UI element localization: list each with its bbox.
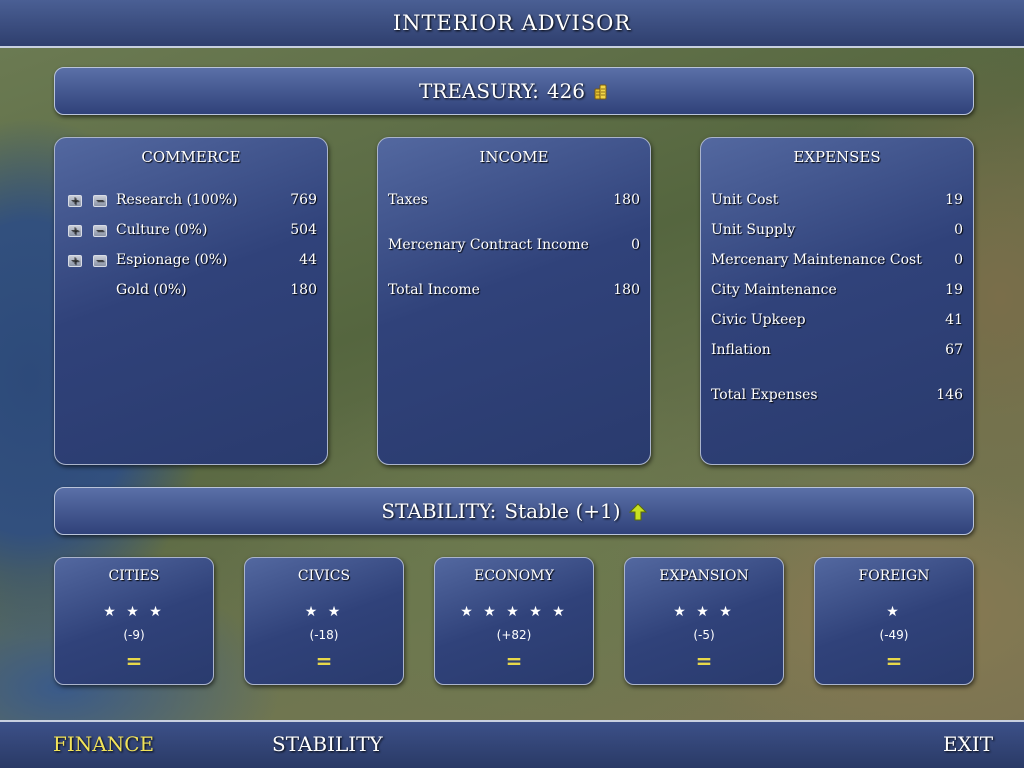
commerce-row-value: 180 [290,282,317,298]
expenses-row-value: 146 [936,387,963,403]
income-row-label: Total Income [388,282,480,298]
expenses-title: EXPENSES [793,148,881,166]
star-rating: ★ [886,604,902,620]
income-row-value: 0 [631,237,640,253]
star-rating: ★ ★ ★ [103,604,165,620]
decrease-culture-button[interactable]: − [93,225,107,237]
expenses-row-label: Civic Upkeep [711,312,806,328]
screen-title: INTERIOR ADVISOR [392,11,632,35]
commerce-row-label: Research (100%) [116,192,238,208]
exit-button[interactable]: EXIT [943,732,993,756]
category-delta: (-49) [879,628,909,642]
star-rating: ★ ★ ★ [673,604,735,620]
commerce-row-label: Gold (0%) [116,282,187,298]
treasury-value: 426 [546,79,586,103]
expenses-row-value: 19 [945,192,963,208]
commerce-row-espionage: + − Espionage (0%) 44 [65,252,317,272]
expenses-row-label: Mercenary Maintenance Cost [711,252,922,268]
income-row-value: 180 [613,282,640,298]
increase-research-button[interactable]: + [68,195,82,207]
expenses-row-value: 19 [945,282,963,298]
stability-banner: STABILITY: Stable (+1) [54,487,974,535]
category-title: CITIES [108,568,160,584]
expenses-panel: EXPENSES Unit Cost 19 Unit Supply 0 Merc… [700,137,974,465]
expenses-row-label: Total Expenses [711,387,818,403]
increase-culture-button[interactable]: + [68,225,82,237]
expenses-row-value: 41 [945,312,963,328]
expenses-row-label: Inflation [711,342,771,358]
income-panel: INCOME Taxes 180 Mercenary Contract Inco… [377,137,651,465]
category-card-cities[interactable]: CITIES ★ ★ ★ (-9) = [54,557,214,685]
trend-equal-icon: = [125,649,143,673]
treasury-banner: TREASURY: 426 [54,67,974,115]
title-bar: INTERIOR ADVISOR [0,0,1024,48]
finance-tab[interactable]: FINANCE [53,732,154,756]
star-rating: ★ ★ [304,604,344,620]
category-card-expansion[interactable]: EXPANSION ★ ★ ★ (-5) = [624,557,784,685]
arrow-up-icon [628,502,647,521]
expenses-row-value: 67 [945,342,963,358]
commerce-title: COMMERCE [141,148,241,166]
commerce-row-value: 769 [290,192,317,208]
expenses-row-value: 0 [954,252,963,268]
star-rating: ★ ★ ★ ★ ★ [460,604,568,620]
decrease-research-button[interactable]: − [93,195,107,207]
income-row-mercenary: Mercenary Contract Income 0 [388,237,640,257]
commerce-row-value: 44 [299,252,317,268]
expenses-row: City Maintenance 19 [711,282,963,302]
treasury-label: TREASURY: [418,79,539,103]
category-title: EXPANSION [659,568,749,584]
expenses-row-label: Unit Supply [711,222,796,238]
category-delta: (-18) [309,628,339,642]
bottom-nav-bar: FINANCE STABILITY EXIT [0,720,1024,768]
commerce-panel: COMMERCE + − Research (100%) 769 + − Cul… [54,137,328,465]
category-delta: (-5) [693,628,715,642]
commerce-row-value: 504 [290,222,317,238]
category-card-civics[interactable]: CIVICS ★ ★ (-18) = [244,557,404,685]
income-row-label: Mercenary Contract Income [388,237,589,253]
income-row-label: Taxes [388,192,428,208]
expenses-row-total: Total Expenses 146 [711,387,963,407]
expenses-row: Inflation 67 [711,342,963,362]
commerce-row-gold: Gold (0%) 180 [65,282,317,302]
category-title: FOREIGN [858,568,930,584]
trend-equal-icon: = [885,649,903,673]
income-row-value: 180 [613,192,640,208]
expenses-row: Unit Supply 0 [711,222,963,242]
trend-equal-icon: = [315,649,333,673]
decrease-espionage-button[interactable]: − [93,255,107,267]
trend-equal-icon: = [695,649,713,673]
expenses-row: Unit Cost 19 [711,192,963,212]
category-delta: (-9) [123,628,145,642]
trend-equal-icon: = [505,649,523,673]
commerce-row-research: + − Research (100%) 769 [65,192,317,212]
gold-coins-icon [593,81,609,101]
stability-tab[interactable]: STABILITY [272,732,383,756]
income-row-total: Total Income 180 [388,282,640,302]
stability-value: Stable (+1) [504,499,621,523]
stability-label: STABILITY: [381,499,497,523]
expenses-row: Civic Upkeep 41 [711,312,963,332]
income-title: INCOME [479,148,549,166]
commerce-row-culture: + − Culture (0%) 504 [65,222,317,242]
expenses-row-value: 0 [954,222,963,238]
category-card-economy[interactable]: ECONOMY ★ ★ ★ ★ ★ (+82) = [434,557,594,685]
commerce-row-label: Espionage (0%) [116,252,228,268]
category-card-foreign[interactable]: FOREIGN ★ (-49) = [814,557,974,685]
income-row-taxes: Taxes 180 [388,192,640,212]
expenses-row-label: City Maintenance [711,282,837,298]
category-title: CIVICS [297,568,351,584]
expenses-row: Mercenary Maintenance Cost 0 [711,252,963,272]
category-delta: (+82) [496,628,532,642]
increase-espionage-button[interactable]: + [68,255,82,267]
expenses-row-label: Unit Cost [711,192,779,208]
commerce-row-label: Culture (0%) [116,222,208,238]
category-title: ECONOMY [474,568,554,584]
